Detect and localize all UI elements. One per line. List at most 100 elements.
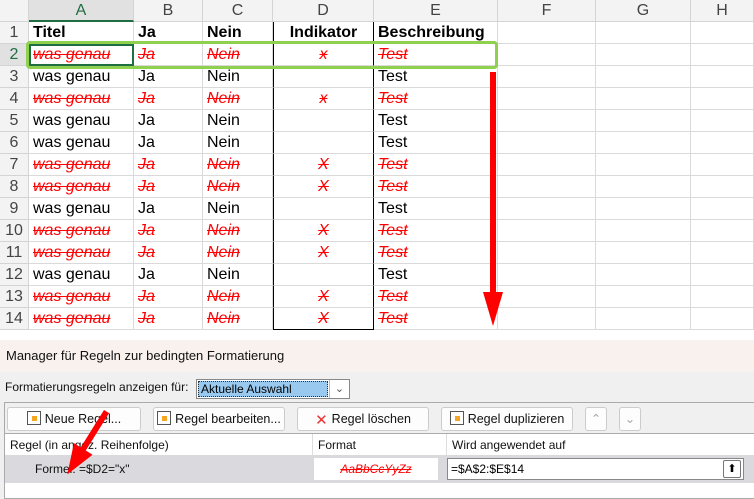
empty-cell[interactable] — [596, 44, 691, 66]
cell-D9[interactable] — [273, 198, 374, 220]
empty-cell[interactable] — [691, 220, 754, 242]
column-header-E[interactable]: E — [374, 0, 498, 22]
cell-E7[interactable]: Test — [374, 154, 498, 176]
empty-cell[interactable] — [498, 264, 596, 286]
row-header[interactable]: 12 — [0, 264, 29, 286]
row-header[interactable]: 4 — [0, 88, 29, 110]
column-header-F[interactable]: F — [498, 0, 596, 22]
cell-A10[interactable]: was genau — [29, 220, 134, 242]
cell-B5[interactable]: Ja — [134, 110, 203, 132]
empty-cell[interactable] — [596, 88, 691, 110]
cell-A9[interactable]: was genau — [29, 198, 134, 220]
cell-D7[interactable]: X — [273, 154, 374, 176]
show-for-dropdown[interactable]: Aktuelle Auswahl ⌄ — [196, 379, 350, 399]
empty-cell[interactable] — [596, 220, 691, 242]
cell-E4[interactable]: Test — [374, 88, 498, 110]
cell-B13[interactable]: Ja — [134, 286, 203, 308]
empty-cell[interactable] — [691, 88, 754, 110]
cell-B12[interactable]: Ja — [134, 264, 203, 286]
empty-cell[interactable] — [596, 110, 691, 132]
empty-cell[interactable] — [691, 66, 754, 88]
cell-B14[interactable]: Ja — [134, 308, 203, 330]
column-header-B[interactable]: B — [134, 0, 203, 22]
row-header[interactable]: 13 — [0, 286, 29, 308]
empty-cell[interactable] — [691, 132, 754, 154]
cell-E8[interactable]: Test — [374, 176, 498, 198]
cell-A6[interactable]: was genau — [29, 132, 134, 154]
move-up-button[interactable]: ⌃ — [585, 407, 607, 431]
row-header[interactable]: 9 — [0, 198, 29, 220]
column-header-H[interactable]: H — [691, 0, 754, 22]
cell-B3[interactable]: Ja — [134, 66, 203, 88]
cell-B9[interactable]: Ja — [134, 198, 203, 220]
row-header[interactable]: 7 — [0, 154, 29, 176]
empty-cell[interactable] — [596, 198, 691, 220]
cell-E14[interactable]: Test — [374, 308, 498, 330]
empty-cell[interactable] — [498, 66, 596, 88]
empty-cell[interactable] — [596, 242, 691, 264]
empty-cell[interactable] — [596, 22, 691, 44]
move-down-button[interactable]: ⌄ — [619, 407, 641, 431]
empty-cell[interactable] — [498, 132, 596, 154]
cell-A4[interactable]: was genau — [29, 88, 134, 110]
empty-cell[interactable] — [596, 132, 691, 154]
row-header[interactable]: 1 — [0, 22, 29, 44]
empty-cell[interactable] — [596, 286, 691, 308]
cell-C7[interactable]: Nein — [203, 154, 273, 176]
cell-C8[interactable]: Nein — [203, 176, 273, 198]
empty-cell[interactable] — [498, 44, 596, 66]
cell-E3[interactable]: Test — [374, 66, 498, 88]
cell-A13[interactable]: was genau — [29, 286, 134, 308]
empty-cell[interactable] — [691, 308, 754, 330]
cell-D3[interactable] — [273, 66, 374, 88]
cell-B8[interactable]: Ja — [134, 176, 203, 198]
duplicate-rule-button[interactable]: Regel duplizieren — [441, 407, 573, 431]
cell-E10[interactable]: Test — [374, 220, 498, 242]
cell-D13[interactable]: X — [273, 286, 374, 308]
cell-B10[interactable]: Ja — [134, 220, 203, 242]
cell-A12[interactable]: was genau — [29, 264, 134, 286]
empty-cell[interactable] — [498, 88, 596, 110]
cell-C6[interactable]: Nein — [203, 132, 273, 154]
row-header[interactable]: 8 — [0, 176, 29, 198]
empty-cell[interactable] — [596, 66, 691, 88]
delete-rule-button[interactable]: ✕ Regel löschen — [297, 407, 429, 431]
row-header[interactable]: 14 — [0, 308, 29, 330]
empty-cell[interactable] — [498, 22, 596, 44]
cell-B6[interactable]: Ja — [134, 132, 203, 154]
cell-D6[interactable] — [273, 132, 374, 154]
cell-E6[interactable]: Test — [374, 132, 498, 154]
empty-cell[interactable] — [691, 242, 754, 264]
empty-cell[interactable] — [498, 242, 596, 264]
cell-B4[interactable]: Ja — [134, 88, 203, 110]
cell-E5[interactable]: Test — [374, 110, 498, 132]
cell-E12[interactable]: Test — [374, 264, 498, 286]
cell-A3[interactable]: was genau — [29, 66, 134, 88]
chevron-down-icon[interactable]: ⌄ — [329, 380, 349, 398]
cell-B7[interactable]: Ja — [134, 154, 203, 176]
empty-cell[interactable] — [596, 308, 691, 330]
cell-A14[interactable]: was genau — [29, 308, 134, 330]
empty-cell[interactable] — [691, 154, 754, 176]
cell-D12[interactable] — [273, 264, 374, 286]
cell-D4[interactable]: x — [273, 88, 374, 110]
empty-cell[interactable] — [498, 154, 596, 176]
row-header[interactable]: 6 — [0, 132, 29, 154]
empty-cell[interactable] — [498, 220, 596, 242]
rule-row[interactable]: Formel: =$D2="x" AaBbCcYyZz =$A$2:$E$14 ⬆ — [5, 455, 754, 483]
row-header[interactable]: 3 — [0, 66, 29, 88]
empty-cell[interactable] — [596, 154, 691, 176]
empty-cell[interactable] — [596, 264, 691, 286]
cell-D14[interactable]: X — [273, 308, 374, 330]
cell-D5[interactable] — [273, 110, 374, 132]
new-rule-button[interactable]: Neue Regel... — [7, 407, 141, 431]
empty-cell[interactable] — [691, 44, 754, 66]
row-header[interactable]: 2 — [0, 44, 29, 66]
row-header[interactable]: 5 — [0, 110, 29, 132]
row-header[interactable]: 11 — [0, 242, 29, 264]
cell-A11[interactable]: was genau — [29, 242, 134, 264]
empty-cell[interactable] — [498, 176, 596, 198]
empty-cell[interactable] — [691, 286, 754, 308]
cell-C12[interactable]: Nein — [203, 264, 273, 286]
column-header-A[interactable]: A — [29, 0, 134, 22]
